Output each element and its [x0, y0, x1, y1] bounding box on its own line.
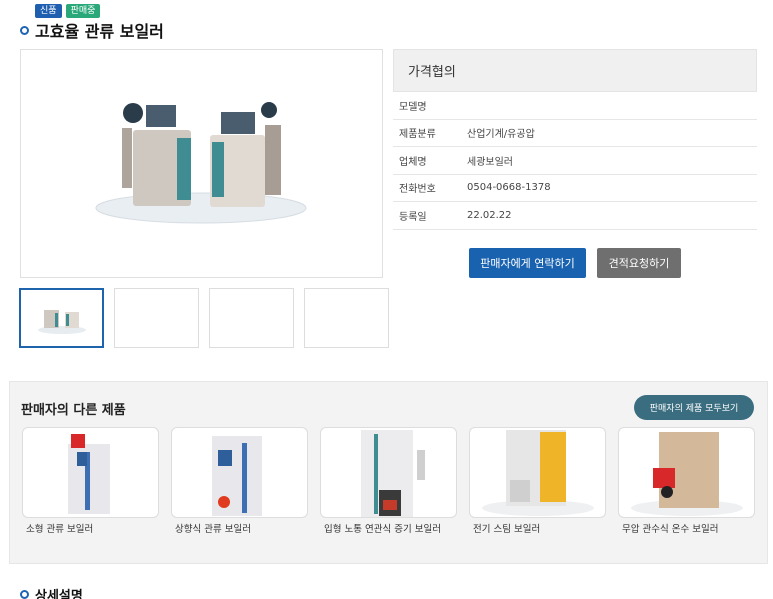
boiler-image — [482, 430, 594, 516]
new-badge: 신품 — [35, 4, 62, 18]
spec-label: 전화번호 — [399, 184, 436, 196]
thumbnail-4[interactable] — [304, 288, 389, 348]
spec-label: 업체명 — [399, 156, 427, 168]
spec-value: 0504-0668-1378 — [467, 182, 551, 194]
spec-row-model: 모델명 — [393, 92, 757, 120]
spec-value: 산업기계/유공압 — [467, 129, 535, 141]
on-sale-badge: 판매중 — [65, 4, 101, 18]
product-card-name: 소형 관류 보일러 — [26, 524, 94, 535]
product-card[interactable]: 무압 관수식 온수 보일러 — [618, 427, 755, 536]
thumbnail-3[interactable] — [209, 288, 294, 348]
product-card-image — [22, 427, 159, 518]
thumbnail-2[interactable] — [114, 288, 199, 348]
product-card-name: 전기 스팀 보일러 — [473, 524, 541, 535]
status-badges: 신품 판매중 — [35, 4, 101, 18]
boiler-image — [631, 432, 743, 516]
price-text: 가격협의 — [408, 65, 456, 80]
product-card-image — [469, 427, 606, 518]
main-product-image[interactable] — [20, 49, 383, 278]
spec-row-company: 업체명 세광보일러 — [393, 147, 757, 175]
thumbnail-strip — [19, 288, 389, 348]
request-quote-button[interactable]: 견적요청하기 — [597, 248, 681, 278]
spec-row-date: 등록일 22.02.22 — [393, 202, 757, 230]
detail-section-title: 상세설명 — [35, 589, 83, 599]
product-card[interactable]: 소형 관류 보일러 — [22, 427, 159, 536]
price-box: 가격협의 — [393, 49, 757, 92]
product-card[interactable]: 상향식 관류 보일러 — [171, 427, 308, 536]
product-card-image — [171, 427, 308, 518]
spec-row-phone: 전화번호 0504-0668-1378 — [393, 175, 757, 202]
thumbnail-1[interactable] — [19, 288, 104, 348]
boiler-image — [361, 430, 425, 517]
product-card-image — [618, 427, 755, 518]
boiler-image — [68, 434, 110, 514]
product-card-name: 입형 노통 연관식 증기 보일러 — [324, 524, 441, 535]
product-title-row: 고효율 관류 보일러 — [20, 18, 164, 42]
section-title: 판매자의 다른 제품 — [21, 403, 126, 418]
spec-value: 세광보일러 — [467, 156, 513, 168]
detail-heading-row: 상세설명 — [20, 585, 83, 599]
spec-label: 제품분류 — [399, 129, 436, 141]
boiler-illustration — [95, 102, 307, 224]
boiler-image — [212, 436, 262, 516]
product-card-name: 상향식 관류 보일러 — [175, 524, 251, 535]
product-cards: 소형 관류 보일러 상향식 관류 보일러 입형 노통 연관식 증기 보일러 전기… — [22, 427, 755, 536]
bullet-ring-icon — [20, 590, 29, 599]
contact-seller-button[interactable]: 판매자에게 연락하기 — [469, 248, 586, 278]
spec-label: 등록일 — [399, 211, 427, 223]
product-info-panel: 가격협의 모델명 제품분류 산업기계/유공압 업체명 세광보일러 전화번호 05… — [393, 49, 757, 230]
action-buttons: 판매자에게 연락하기 견적요청하기 — [469, 248, 681, 278]
spec-row-category: 제품분류 산업기계/유공압 — [393, 120, 757, 147]
seller-other-products: 판매자의 다른 제품 판매자의 제품 모두보기 소형 관류 보일러 상향식 관류… — [9, 381, 768, 564]
spec-label: 모델명 — [399, 101, 427, 113]
product-card-name: 무압 관수식 온수 보일러 — [622, 524, 719, 535]
spec-value: 22.02.22 — [467, 209, 512, 221]
product-card[interactable]: 입형 노통 연관식 증기 보일러 — [320, 427, 457, 536]
product-card[interactable]: 전기 스팀 보일러 — [469, 427, 606, 536]
bullet-ring-icon — [20, 25, 29, 35]
product-card-image — [320, 427, 457, 518]
boiler-thumbnail-image — [38, 310, 86, 334]
page-title: 고효율 관류 보일러 — [35, 22, 164, 41]
view-all-products-button[interactable]: 판매자의 제품 모두보기 — [634, 395, 754, 420]
